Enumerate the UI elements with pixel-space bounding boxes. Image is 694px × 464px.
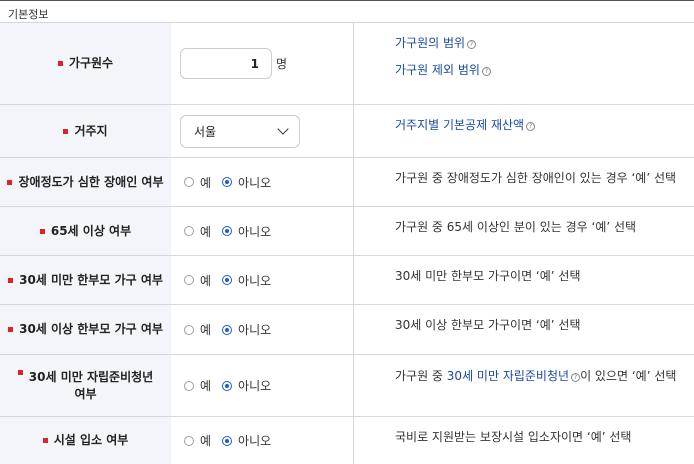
disability-info: 가구원 중 장애정도가 심한 장애인이 있는 경우 ‘예’ 선택 bbox=[395, 171, 677, 185]
facility-cell: 예 아니오 bbox=[171, 417, 354, 464]
required-marker bbox=[63, 128, 69, 134]
youth-info: 가구원 중 30세 미만 자립준비청년? 이 있으면 ‘예’ 선택 bbox=[354, 355, 694, 416]
youth-info-link[interactable]: 30세 미만 자립준비청년 bbox=[447, 369, 569, 383]
label-text: 30세 미만 한부모 가구 여부 bbox=[19, 272, 163, 287]
info-circle-icon[interactable]: ? bbox=[481, 67, 491, 76]
senior-radio-group: 예 아니오 bbox=[180, 223, 282, 240]
senior-no-radio[interactable] bbox=[222, 226, 233, 236]
radio-label-yes[interactable]: 예 bbox=[200, 377, 211, 394]
radio-label-no[interactable]: 아니오 bbox=[238, 321, 271, 338]
row-residence: 거주지 서울 거주지별 기본공제 재산액? bbox=[0, 105, 694, 158]
single-parent-under30-info: 30세 미만 한부모 가구이면 ‘예’ 선택 bbox=[395, 269, 581, 283]
label-text: 거주지 bbox=[74, 123, 108, 138]
chevron-down-icon bbox=[277, 123, 289, 135]
single-parent-over30-no-radio[interactable] bbox=[222, 324, 233, 335]
facility-no-radio[interactable] bbox=[222, 435, 233, 446]
radio-label-yes[interactable]: 예 bbox=[200, 174, 211, 191]
single-parent-under30-no-radio[interactable] bbox=[222, 275, 233, 285]
youth-info-suffix: 이 있으면 ‘예’ 선택 bbox=[580, 369, 677, 383]
single-parent-over30-radio-group: 예 아니오 bbox=[180, 321, 282, 338]
radio-label-yes[interactable]: 예 bbox=[200, 223, 211, 240]
label-text: 65세 이상 여부 bbox=[50, 223, 132, 238]
required-marker bbox=[57, 61, 63, 66]
single-parent-over30-info: 30세 이상 한부모 가구이면 ‘예’ 선택 bbox=[395, 318, 581, 332]
row-single-parent-over30: 30세 이상 한부모 가구 여부 예 아니오 30세 이상 한부모 가구이면 ‘… bbox=[0, 305, 694, 355]
required-marker bbox=[39, 228, 45, 234]
residence-info: 거주지별 기본공제 재산액? bbox=[354, 105, 694, 157]
residence-cell: 서울 bbox=[171, 105, 354, 157]
radio-label-yes[interactable]: 예 bbox=[200, 432, 211, 449]
single-parent-over30-yes-radio[interactable] bbox=[184, 324, 194, 335]
section-title: 기본정보 bbox=[0, 0, 694, 22]
household-exclusion-link[interactable]: 가구원 제외 범위 bbox=[395, 63, 480, 77]
label-single-parent-under30: 30세 미만 한부모 가구 여부 bbox=[0, 256, 171, 304]
label-youth: 30세 미만 자립준비청년 여부 bbox=[0, 355, 171, 416]
household-info: 가구원의 범위? 가구원 제외 범위? bbox=[354, 23, 694, 104]
label-text: 30세 미만 자립준비청년 여부 bbox=[28, 369, 154, 401]
label-text: 시설 입소 여부 bbox=[53, 433, 129, 447]
label-household-size: 가구원수 bbox=[0, 23, 171, 104]
residence-select[interactable]: 서울 bbox=[180, 114, 300, 148]
household-size-cell: 명 bbox=[171, 23, 354, 104]
info-circle-icon[interactable]: ? bbox=[571, 373, 581, 382]
required-marker bbox=[17, 369, 23, 375]
youth-no-radio[interactable] bbox=[222, 380, 233, 391]
disability-no-radio[interactable] bbox=[222, 177, 233, 187]
senior-info: 가구원 중 65세 이상인 분이 있는 경우 ‘예’ 선택 bbox=[395, 220, 637, 234]
household-exclusion-link-line: 가구원 제외 범위? bbox=[395, 62, 694, 79]
row-facility: 시설 입소 여부 예 아니오 국비로 지원받는 보장시설 입소자이면 ‘예’ 선… bbox=[0, 417, 694, 464]
residence-deduction-link[interactable]: 거주지별 기본공제 재산액 bbox=[395, 118, 524, 132]
youth-radio-group: 예 아니오 bbox=[180, 377, 282, 394]
household-size-input[interactable] bbox=[180, 48, 272, 79]
required-marker bbox=[7, 179, 13, 185]
residence-selected-value: 서울 bbox=[194, 124, 217, 139]
info-circle-icon[interactable]: ? bbox=[467, 40, 477, 49]
facility-info: 국비로 지원받는 보장시설 입소자이면 ‘예’ 선택 bbox=[395, 430, 632, 444]
label-text: 30세 이상 한부모 가구 여부 bbox=[19, 322, 163, 336]
facility-radio-group: 예 아니오 bbox=[180, 432, 282, 449]
radio-label-no[interactable]: 아니오 bbox=[238, 377, 271, 394]
radio-label-no[interactable]: 아니오 bbox=[238, 432, 271, 449]
label-residence: 거주지 bbox=[0, 105, 171, 157]
row-senior: 65세 이상 여부 예 아니오 가구원 중 65세 이상인 분이 있는 경우 ‘… bbox=[0, 207, 694, 256]
disability-radio-group: 예 아니오 bbox=[180, 174, 282, 191]
label-facility: 시설 입소 여부 bbox=[0, 417, 171, 464]
household-range-link-line: 가구원의 범위? bbox=[395, 35, 694, 52]
radio-label-yes[interactable]: 예 bbox=[200, 272, 211, 289]
required-marker bbox=[42, 438, 48, 443]
row-household-size: 가구원수 명 가구원의 범위? 가구원 제외 범위? bbox=[0, 23, 694, 105]
senior-yes-radio[interactable] bbox=[184, 226, 194, 236]
disability-cell: 예 아니오 bbox=[171, 158, 354, 206]
single-parent-under30-cell: 예 아니오 bbox=[171, 256, 354, 304]
radio-label-yes[interactable]: 예 bbox=[200, 321, 211, 338]
label-disability: 장애정도가 심한 장애인 여부 bbox=[0, 158, 171, 206]
label-single-parent-over30: 30세 이상 한부모 가구 여부 bbox=[0, 305, 171, 354]
radio-label-no[interactable]: 아니오 bbox=[238, 272, 271, 289]
radio-label-no[interactable]: 아니오 bbox=[238, 223, 271, 240]
radio-label-no[interactable]: 아니오 bbox=[238, 174, 271, 191]
household-range-link[interactable]: 가구원의 범위 bbox=[395, 36, 465, 50]
youth-info-prefix: 가구원 중 bbox=[395, 369, 447, 383]
household-size-unit: 명 bbox=[276, 57, 288, 71]
single-parent-under30-radio-group: 예 아니오 bbox=[180, 272, 282, 289]
disability-yes-radio[interactable] bbox=[184, 177, 194, 187]
youth-cell: 예 아니오 bbox=[171, 355, 354, 416]
youth-yes-radio[interactable] bbox=[184, 380, 194, 391]
label-text: 장애정도가 심한 장애인 여부 bbox=[18, 174, 164, 189]
single-parent-under30-yes-radio[interactable] bbox=[184, 275, 194, 285]
label-text: 가구원수 bbox=[68, 56, 114, 70]
row-youth: 30세 미만 자립준비청년 여부 예 아니오 가구원 중 30세 미만 자립준비… bbox=[0, 355, 694, 417]
label-text-wrap: 30세 미만 자립준비청년 여부 bbox=[12, 369, 159, 403]
basic-info-form: 가구원수 명 가구원의 범위? 가구원 제외 범위? 거주지 서울 bbox=[0, 22, 694, 464]
required-marker bbox=[8, 277, 14, 283]
info-circle-icon[interactable]: ? bbox=[526, 122, 536, 131]
senior-cell: 예 아니오 bbox=[171, 207, 354, 255]
single-parent-over30-cell: 예 아니오 bbox=[171, 305, 354, 354]
required-marker bbox=[8, 327, 14, 332]
label-senior: 65세 이상 여부 bbox=[0, 207, 171, 255]
row-single-parent-under30: 30세 미만 한부모 가구 여부 예 아니오 30세 미만 한부모 가구이면 ‘… bbox=[0, 256, 694, 305]
row-disability: 장애정도가 심한 장애인 여부 예 아니오 가구원 중 장애정도가 심한 장애인… bbox=[0, 158, 694, 207]
facility-yes-radio[interactable] bbox=[184, 435, 194, 446]
